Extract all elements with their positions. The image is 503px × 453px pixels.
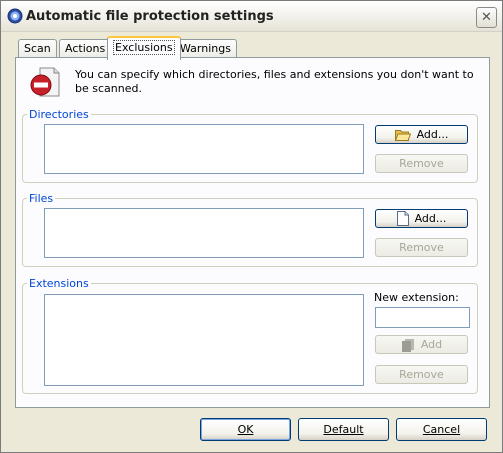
close-icon: ✕ xyxy=(481,10,492,25)
extensions-remove-label: Remove xyxy=(399,368,444,381)
tab-warnings[interactable]: Warnings xyxy=(174,39,237,58)
files-list[interactable] xyxy=(44,208,364,258)
extensions-list[interactable] xyxy=(44,294,364,386)
cancel-label: Cancel xyxy=(422,423,461,436)
extensions-add-button[interactable]: Add xyxy=(375,335,468,354)
open-folder-icon xyxy=(394,129,411,141)
files-add-label: Add... xyxy=(414,212,447,225)
shield-app-icon xyxy=(7,8,23,24)
directories-add-label: Add... xyxy=(416,128,449,141)
document-stack-icon xyxy=(401,338,414,352)
info-text: You can specify which directories, files… xyxy=(75,68,474,95)
files-remove-label: Remove xyxy=(399,241,444,254)
tab-label: Scan xyxy=(24,42,51,55)
title-bar[interactable]: Automatic file protection settings ✕ xyxy=(1,1,502,32)
default-label: Default xyxy=(323,423,364,436)
ok-label: OK xyxy=(237,423,254,436)
tab-label: Warnings xyxy=(180,42,231,55)
extensions-remove-button[interactable]: Remove xyxy=(375,365,468,384)
new-extension-label: New extension: xyxy=(374,291,459,304)
tab-scan[interactable]: Scan xyxy=(18,39,57,58)
tab-exclusions[interactable]: Exclusions xyxy=(107,36,181,60)
dialog-window: Automatic file protection settings ✕ Sca… xyxy=(0,0,503,453)
new-extension-input[interactable] xyxy=(375,307,470,328)
extensions-legend: Extensions xyxy=(29,277,89,290)
exclusions-panel: You can specify which directories, files… xyxy=(15,57,490,408)
files-legend: Files xyxy=(29,192,54,205)
ok-button[interactable]: OK xyxy=(200,418,291,441)
tab-label: Exclusions xyxy=(113,40,175,55)
tab-actions[interactable]: Actions xyxy=(59,39,112,58)
files-add-button[interactable]: Add... xyxy=(375,209,468,228)
directories-list[interactable] xyxy=(44,124,364,174)
extensions-add-label: Add xyxy=(420,338,443,351)
document-icon xyxy=(396,211,409,226)
directories-legend: Directories xyxy=(29,108,89,121)
no-entry-document-icon xyxy=(30,67,60,97)
tab-label: Actions xyxy=(65,42,106,55)
files-remove-button[interactable]: Remove xyxy=(375,238,468,257)
close-button[interactable]: ✕ xyxy=(476,7,497,28)
directories-remove-label: Remove xyxy=(399,157,444,170)
cancel-button[interactable]: Cancel xyxy=(396,418,487,441)
window-title: Automatic file protection settings xyxy=(26,9,274,24)
directories-add-button[interactable]: Add... xyxy=(375,125,468,144)
directories-remove-button[interactable]: Remove xyxy=(375,154,468,173)
default-button[interactable]: Default xyxy=(298,418,389,441)
